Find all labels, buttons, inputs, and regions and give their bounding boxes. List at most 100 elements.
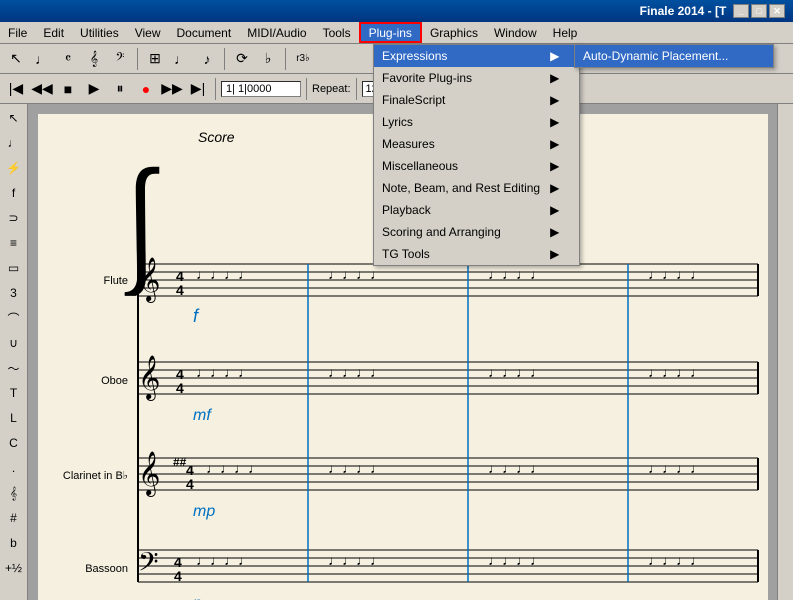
play-button[interactable]: ▶ xyxy=(82,77,106,101)
close-button[interactable]: ✕ xyxy=(769,4,785,18)
svg-text:mf: mf xyxy=(193,407,212,424)
toolbar-separator-2 xyxy=(224,48,225,70)
svg-text:♩♩♩♩: ♩♩♩♩ xyxy=(488,460,544,476)
menu-item-miscellaneous[interactable]: Miscellaneous ▶ xyxy=(374,155,579,177)
rewind-button[interactable]: ◀◀ xyxy=(30,77,54,101)
menu-item-note-beam-rest[interactable]: Note, Beam, and Rest Editing ▶ xyxy=(374,177,579,199)
repeat-label: Repeat: xyxy=(312,83,351,95)
menu-item-finalescript[interactable]: FinaleScript ▶ xyxy=(374,89,579,111)
menu-tools[interactable]: Tools xyxy=(315,22,359,43)
svg-text:♩♩♩♩: ♩♩♩♩ xyxy=(648,364,704,380)
menu-item-expressions[interactable]: Expressions ▶ xyxy=(374,45,579,67)
submenu-arrow-measures: ▶ xyxy=(550,137,559,151)
chord-tool[interactable]: C xyxy=(2,431,26,455)
fast-forward-button[interactable]: ▶▶ xyxy=(160,77,184,101)
minimize-button[interactable]: _ xyxy=(733,4,749,18)
left-toolbox: ↖ ♩ ⚡ f ⊃ ≡ ▭ 3 ⌒ ∪ 〜 T L C . 𝄞 # b +½ xyxy=(0,104,28,600)
arrow-tool-button[interactable]: ↖ xyxy=(4,47,28,71)
time-sig-button[interactable]: 𝄴 xyxy=(56,47,80,71)
menu-item-playback[interactable]: Playback ▶ xyxy=(374,199,579,221)
quarter-note-button[interactable]: ♩ xyxy=(169,47,193,71)
svg-text:♩♩♩♩: ♩♩♩♩ xyxy=(488,552,544,568)
note-entry-tool[interactable]: ♩ xyxy=(2,131,26,155)
clef-tool[interactable]: 𝄞 xyxy=(2,481,26,505)
selection-tool[interactable]: ↖ xyxy=(2,106,26,130)
svg-text:♩♩♩♩: ♩♩♩♩ xyxy=(328,266,384,282)
smart-shape-tool[interactable]: 〜 xyxy=(2,356,26,380)
slur-tool[interactable]: ⌒ xyxy=(2,306,26,330)
svg-text:♩♩♩♩: ♩♩♩♩ xyxy=(196,364,252,380)
lyrics-tool[interactable]: L xyxy=(2,406,26,430)
submenu-arrow-scoring: ▶ xyxy=(550,225,559,239)
menu-plug-ins[interactable]: Plug-ins xyxy=(359,22,422,43)
menu-window[interactable]: Window xyxy=(486,22,545,43)
text-tool[interactable]: T xyxy=(2,381,26,405)
menu-item-tg-tools[interactable]: TG Tools ▶ xyxy=(374,243,579,265)
grid-button[interactable]: ⊞ xyxy=(143,47,167,71)
menu-view[interactable]: View xyxy=(127,22,169,43)
rewind-start-button[interactable]: |◀ xyxy=(4,77,28,101)
expression-tool[interactable]: f xyxy=(2,181,26,205)
svg-text:p: p xyxy=(192,595,202,600)
transport-separator xyxy=(215,78,216,100)
oboe-label: Oboe xyxy=(101,375,128,387)
metronome-button[interactable]: ⟳ xyxy=(230,47,254,71)
svg-text:##: ## xyxy=(173,455,187,469)
maximize-button[interactable]: □ xyxy=(751,4,767,18)
clef-button[interactable]: 𝄢 xyxy=(108,47,132,71)
time-sig-tool[interactable]: b xyxy=(2,531,26,555)
tie-tool[interactable]: ∪ xyxy=(2,331,26,355)
note-tool-button[interactable]: ♩ xyxy=(30,47,54,71)
menu-file[interactable]: File xyxy=(0,22,35,43)
svg-text:♩♩♩♩: ♩♩♩♩ xyxy=(196,552,252,568)
menu-item-lyrics[interactable]: Lyrics ▶ xyxy=(374,111,579,133)
svg-text:♩♩♩♩: ♩♩♩♩ xyxy=(328,364,384,380)
svg-text:♩♩♩♩: ♩♩♩♩ xyxy=(648,552,704,568)
flat-button[interactable]: ♭ xyxy=(256,47,280,71)
menu-help[interactable]: Help xyxy=(545,22,586,43)
tuplet-tool[interactable]: 3 xyxy=(2,281,26,305)
position-display: 1| 1|0000 xyxy=(221,81,301,97)
staff-tool[interactable]: ≡ xyxy=(2,231,26,255)
submenu-arrow-expressions: ▶ xyxy=(550,49,559,63)
zoom-tool[interactable]: +½ xyxy=(2,556,26,580)
toolbar-separator-1 xyxy=(137,48,138,70)
key-sig-tool[interactable]: # xyxy=(2,506,26,530)
stop-button[interactable]: ■ xyxy=(56,77,80,101)
menu-item-scoring-arranging[interactable]: Scoring and Arranging ▶ xyxy=(374,221,579,243)
menu-midi-audio[interactable]: MIDI/Audio xyxy=(239,22,314,43)
fast-forward-end-button[interactable]: ▶| xyxy=(186,77,210,101)
menu-item-favorite-plugins[interactable]: Favorite Plug-ins ▶ xyxy=(374,67,579,89)
svg-text:♩♩♩♩: ♩♩♩♩ xyxy=(648,460,704,476)
menu-document[interactable]: Document xyxy=(169,22,240,43)
articulation-tool[interactable]: . xyxy=(2,456,26,480)
submenu-arrow-miscellaneous: ▶ xyxy=(550,159,559,173)
text-tool-button[interactable]: r3♭ xyxy=(291,47,315,71)
menu-edit[interactable]: Edit xyxy=(35,22,72,43)
eighth-note-button[interactable]: ♪ xyxy=(195,47,219,71)
submenu-arrow-finalescript: ▶ xyxy=(550,93,559,107)
menu-graphics[interactable]: Graphics xyxy=(422,22,486,43)
key-sig-button[interactable]: 𝄞 xyxy=(82,47,106,71)
record-button[interactable]: ● xyxy=(134,77,158,101)
svg-text:♩♩♩♩: ♩♩♩♩ xyxy=(328,552,384,568)
menu-bar: File Edit Utilities View Document MIDI/A… xyxy=(0,22,793,44)
submenu-arrow-lyrics: ▶ xyxy=(550,115,559,129)
svg-text:𝄢: 𝄢 xyxy=(138,547,159,583)
pause-button[interactable]: ⏸ xyxy=(108,77,132,101)
svg-text:𝄞: 𝄞 xyxy=(138,356,160,401)
svg-text:♩♩♩♩: ♩♩♩♩ xyxy=(488,266,544,282)
speedy-tool[interactable]: ⚡ xyxy=(2,156,26,180)
svg-text:♩♩♩♩: ♩♩♩♩ xyxy=(206,460,262,476)
svg-text:⎰: ⎰ xyxy=(74,164,206,309)
title-text: Finale 2014 - [T xyxy=(640,4,727,18)
measure-tool[interactable]: ▭ xyxy=(2,256,26,280)
vertical-scrollbar[interactable] xyxy=(777,104,793,600)
clarinet-label: Clarinet in B♭ xyxy=(63,470,128,482)
repeat-tool[interactable]: ⊃ xyxy=(2,206,26,230)
plugins-dropdown-menu: Expressions ▶ Favorite Plug-ins ▶ Finale… xyxy=(373,44,580,266)
expressions-submenu: Auto-Dynamic Placement... xyxy=(574,44,774,68)
menu-utilities[interactable]: Utilities xyxy=(72,22,127,43)
menu-item-measures[interactable]: Measures ▶ xyxy=(374,133,579,155)
menu-item-auto-dynamic[interactable]: Auto-Dynamic Placement... xyxy=(575,45,773,67)
